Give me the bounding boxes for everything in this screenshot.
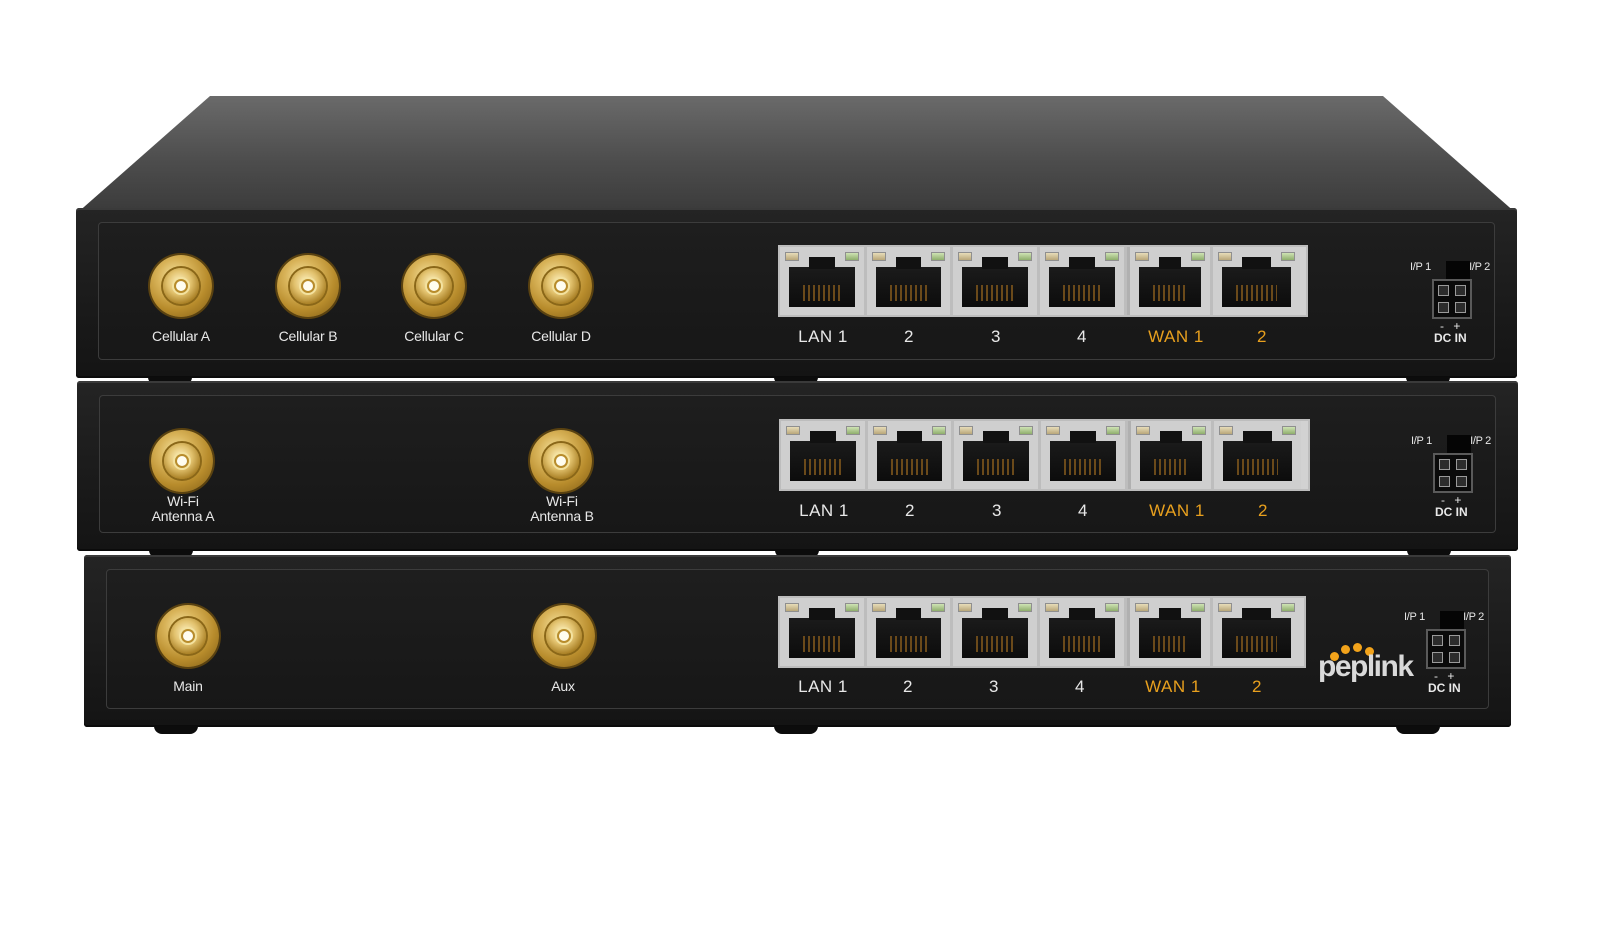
cellular-a-connector-icon[interactable] (150, 255, 212, 317)
ip1-label: I/P 1 (1404, 611, 1425, 623)
lan-1-label: LAN 1 (798, 327, 848, 346)
main-antenna-connector-icon[interactable] (157, 605, 219, 667)
lan-port-3[interactable] (953, 598, 1041, 666)
dc-jack-icon[interactable] (1433, 453, 1473, 493)
dc-power-input: I/P 1 I/P 2 - + DC IN (1404, 611, 1484, 701)
lan-port-2[interactable] (866, 247, 954, 315)
ip2-label: I/P 2 (1469, 261, 1490, 273)
wan-port-1[interactable] (1127, 421, 1215, 489)
lan-port-3[interactable] (954, 421, 1042, 489)
lan-port-2[interactable] (867, 421, 955, 489)
ip2-label: I/P 2 (1470, 435, 1491, 447)
antenna-label: Aux (551, 678, 575, 694)
cellular-c-connector-icon[interactable] (403, 255, 465, 317)
wifi-antenna-a-connector-icon[interactable] (151, 430, 213, 492)
ethernet-port-block (779, 419, 1310, 491)
rubber-foot (1396, 726, 1440, 734)
cellular-d-connector-icon[interactable] (530, 255, 592, 317)
lan-port-2[interactable] (866, 598, 954, 666)
wan-2-label: 2 (1252, 677, 1262, 696)
lan-port-1[interactable] (780, 598, 867, 666)
wan-port-1[interactable] (1126, 247, 1214, 315)
wan-1-label: WAN 1 (1148, 327, 1204, 346)
wan-1-label: WAN 1 (1149, 501, 1205, 520)
cellular-b-connector-icon[interactable] (277, 255, 339, 317)
wan-1-label: WAN 1 (1145, 677, 1201, 696)
wifi-antenna-b-connector-icon[interactable] (530, 430, 592, 492)
wan-2-label: 2 (1257, 327, 1267, 346)
lan-port-4[interactable] (1041, 421, 1128, 489)
lan-3-label: 3 (989, 677, 999, 696)
ip1-label: I/P 1 (1410, 261, 1431, 273)
dc-power-input: I/P 1 I/P 2 - + DC IN (1410, 261, 1490, 351)
lan-3-label: 3 (991, 327, 1001, 346)
ethernet-port-block (778, 596, 1306, 668)
aux-antenna-connector-icon[interactable] (533, 605, 595, 667)
rubber-foot (154, 726, 198, 734)
rubber-foot (774, 726, 818, 734)
lan-4-label: 4 (1077, 327, 1087, 346)
logo-wordmark: peplink (1318, 650, 1414, 683)
antenna-label: Wi-Fi Antenna B (530, 493, 594, 524)
antenna-label: Cellular A (152, 328, 210, 344)
top-lid (76, 96, 1517, 214)
lan-3-label: 3 (992, 501, 1002, 520)
lan-port-4[interactable] (1040, 598, 1127, 666)
lan-port-4[interactable] (1040, 247, 1127, 315)
dc-in-label: DC IN (1435, 505, 1468, 519)
ip2-label: I/P 2 (1463, 611, 1484, 623)
dc-in-label: DC IN (1428, 681, 1461, 695)
wan-port-2[interactable] (1213, 598, 1301, 666)
wan-port-1[interactable] (1126, 598, 1214, 666)
lan-1-label: LAN 1 (799, 501, 849, 520)
lan-2-label: 2 (904, 327, 914, 346)
lan-2-label: 2 (905, 501, 915, 520)
lan-port-1[interactable] (781, 421, 868, 489)
antenna-label: Main (173, 678, 203, 694)
wan-2-label: 2 (1258, 501, 1268, 520)
dc-jack-icon[interactable] (1426, 629, 1466, 669)
lan-4-label: 4 (1075, 677, 1085, 696)
lan-port-3[interactable] (953, 247, 1041, 315)
antenna-label: Cellular C (404, 328, 464, 344)
lan-1-label: LAN 1 (798, 677, 848, 696)
antenna-label: Cellular B (278, 328, 338, 344)
dc-in-label: DC IN (1434, 331, 1467, 345)
antenna-label: Cellular D (531, 328, 591, 344)
lan-4-label: 4 (1078, 501, 1088, 520)
lan-2-label: 2 (903, 677, 913, 696)
lan-port-1[interactable] (780, 247, 867, 315)
dc-jack-icon[interactable] (1432, 279, 1472, 319)
ethernet-port-block (778, 245, 1308, 317)
ip1-label: I/P 1 (1411, 435, 1432, 447)
wan-port-2[interactable] (1213, 247, 1301, 315)
dc-power-input: I/P 1 I/P 2 - + DC IN (1411, 435, 1491, 525)
wan-port-2[interactable] (1214, 421, 1302, 489)
antenna-label: Wi-Fi Antenna A (151, 493, 215, 524)
device-stack: Cellular A Cellular B Cellular C Cellula… (0, 0, 1600, 937)
